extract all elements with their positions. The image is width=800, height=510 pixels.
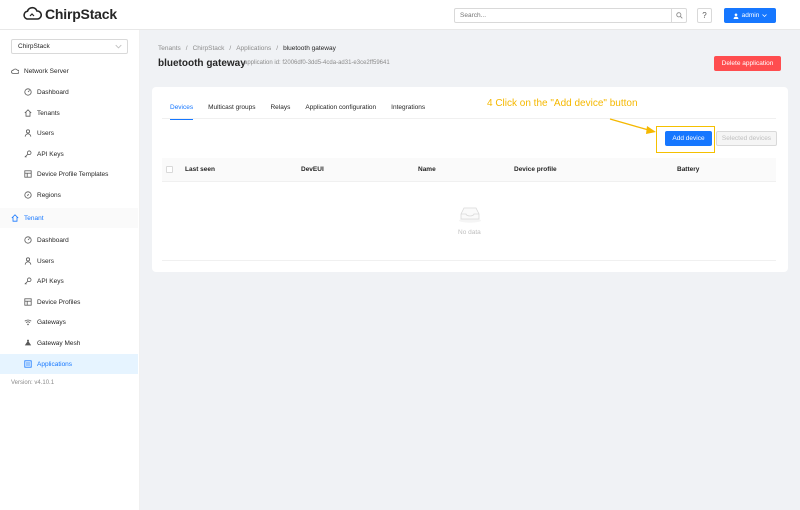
sidebar-item-device-profile-templates[interactable]: Device Profile Templates — [0, 164, 138, 184]
key-icon — [24, 150, 32, 158]
delete-application-button[interactable]: Delete application — [714, 56, 781, 71]
breadcrumb-separator: / — [276, 45, 279, 52]
help-button[interactable]: ? — [697, 8, 712, 23]
cloud-logo-icon — [22, 6, 42, 22]
sidebar-item-ns-users[interactable]: Users — [0, 123, 138, 143]
menu-group-label: Tenant — [24, 214, 44, 222]
cloud-icon — [11, 67, 19, 75]
wifi-icon — [24, 318, 32, 326]
sidebar-item-regions[interactable]: Regions — [0, 185, 138, 205]
chevron-down-icon — [762, 14, 768, 18]
user-name: admin — [741, 12, 760, 19]
chevron-down-icon — [115, 44, 122, 49]
template-icon — [24, 170, 32, 178]
logo[interactable]: ChirpStack — [22, 6, 117, 22]
menu-group-network-server[interactable]: Network Server — [0, 61, 138, 81]
column-header-last-seen[interactable]: Last seen — [185, 166, 215, 173]
dashboard-icon — [24, 88, 32, 96]
sidebar-item-device-profiles[interactable]: Device Profiles — [0, 292, 138, 312]
breadcrumb-separator: / — [229, 45, 232, 52]
empty-state-text: No data — [458, 229, 481, 236]
breadcrumb-tenants[interactable]: Tenants — [158, 45, 181, 52]
search-button[interactable] — [671, 9, 686, 22]
sidebar-item-label: Applications — [37, 360, 73, 368]
sidebar-item-applications[interactable]: Applications — [0, 354, 138, 374]
sidebar-item-label: Tenants — [37, 109, 60, 117]
add-device-button[interactable]: Add device — [665, 131, 712, 146]
sidebar-item-label: Users — [37, 129, 54, 137]
user-menu-button[interactable]: admin — [724, 8, 776, 23]
column-header-device-profile[interactable]: Device profile — [514, 166, 557, 173]
sidebar-item-label: Device Profiles — [37, 298, 81, 306]
sidebar-item-label: API Keys — [37, 150, 64, 158]
sidebar-item-label: Device Profile Templates — [37, 170, 109, 178]
annotation-text: 4 Click on the "Add device" button — [487, 98, 638, 109]
sidebar-item-label: API Keys — [37, 277, 64, 285]
sidebar-item-label: Users — [37, 257, 54, 265]
template-icon — [24, 298, 32, 306]
search-box — [454, 8, 687, 23]
select-all-checkbox[interactable] — [166, 166, 173, 173]
mesh-icon — [24, 339, 32, 347]
tenant-select-value: ChirpStack — [18, 43, 50, 50]
sidebar-item-ns-api-keys[interactable]: API Keys — [0, 144, 138, 164]
sidebar-item-label: Dashboard — [37, 236, 69, 244]
user-icon — [24, 129, 32, 137]
empty-inbox-icon — [459, 207, 481, 223]
logo-text: ChirpStack — [45, 6, 117, 22]
dashboard-icon — [24, 236, 32, 244]
sidebar-item-gateways[interactable]: Gateways — [0, 312, 138, 332]
page-title: bluetooth gateway — [158, 58, 246, 69]
sidebar-item-gateway-mesh[interactable]: Gateway Mesh — [0, 333, 138, 353]
breadcrumb-separator: / — [185, 45, 188, 52]
sidebar-item-label: Gateway Mesh — [37, 339, 81, 347]
sidebar: ChirpStack Network Server Dashboard Tena… — [0, 30, 140, 510]
sidebar-item-ns-dashboard[interactable]: Dashboard — [0, 82, 138, 102]
table-bottom-border — [162, 260, 776, 261]
apps-icon — [24, 360, 32, 368]
user-icon — [24, 257, 32, 265]
top-bar: ChirpStack ? admin — [0, 0, 800, 30]
user-icon — [733, 12, 739, 19]
selected-devices-button: Selected devices — [716, 131, 777, 146]
breadcrumb-tenant[interactable]: ChirpStack — [193, 45, 225, 52]
sidebar-item-tenant-users[interactable]: Users — [0, 251, 138, 271]
sidebar-item-tenants[interactable]: Tenants — [0, 103, 138, 123]
sidebar-item-label: Dashboard — [37, 88, 69, 96]
sidebar-item-tenant-api-keys[interactable]: API Keys — [0, 271, 138, 291]
tabs-divider — [162, 118, 776, 119]
sidebar-item-tenant-dashboard[interactable]: Dashboard — [0, 230, 138, 250]
menu-group-tenant[interactable]: Tenant — [0, 208, 138, 228]
sidebar-item-label: Regions — [37, 191, 61, 199]
home-icon — [24, 109, 32, 117]
tenant-select[interactable]: ChirpStack — [11, 39, 128, 54]
home-icon — [11, 214, 19, 222]
menu-group-label: Network Server — [24, 67, 69, 75]
column-header-battery[interactable]: Battery — [677, 166, 699, 173]
search-icon — [675, 12, 683, 19]
search-input[interactable] — [455, 9, 671, 22]
application-id: application id: f2006df0-3dd5-4cda-ad31-… — [244, 60, 390, 66]
breadcrumb-applications[interactable]: Applications — [236, 45, 271, 52]
breadcrumb: Tenants / ChirpStack / Applications / bluet… — [158, 45, 336, 52]
compass-icon — [24, 191, 32, 199]
annotation-arrow — [609, 118, 656, 134]
breadcrumb-current: bluetooth gateway — [283, 45, 336, 52]
key-icon — [24, 277, 32, 285]
column-header-deveui[interactable]: DevEUI — [301, 166, 324, 173]
devices-table-header: Last seen DevEUI Name Device profile Bat… — [162, 158, 776, 182]
column-header-name[interactable]: Name — [418, 166, 436, 173]
version-text: Version: v4.10.1 — [11, 380, 55, 386]
sidebar-item-label: Gateways — [37, 318, 66, 326]
